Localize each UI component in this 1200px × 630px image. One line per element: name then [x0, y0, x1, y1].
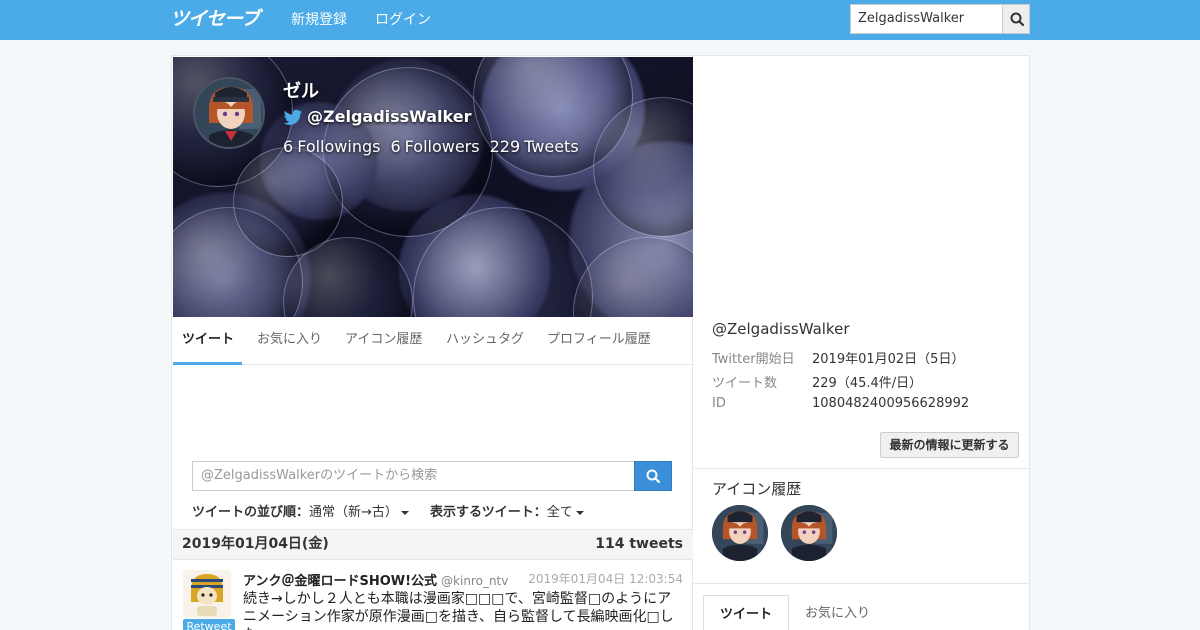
tweet-author-name: アンク＠金曜ロードSHOW!公式 [243, 574, 438, 589]
side-panel: @ZelgadissWalker Twitter開始日 2019年01月02日（… [693, 55, 1030, 630]
header-search-input[interactable]: ZelgadissWalker [850, 4, 1003, 34]
profile-handle[interactable]: @ZelgadissWalker [307, 107, 471, 126]
chevron-down-icon [575, 510, 584, 515]
tweets-count: 229 [489, 137, 521, 156]
tweet-filter-dropdown[interactable]: 表示するツイート：全て [430, 501, 584, 520]
tweet-item: Retweet アンク＠金曜ロードSHOW!公式 @kinro_ntv 2019年… [173, 560, 693, 630]
side-info-value: 2019年01月02日（5日） [812, 352, 965, 367]
avatar-image [183, 570, 231, 618]
divider [693, 583, 1029, 584]
followings-count: 6 [283, 137, 294, 156]
profile-stats: 6 Followings 6 Followers 229 Tweets [283, 137, 583, 156]
top-navbar: ツイセーブ 新規登録 ログイン ZelgadissWalker [0, 0, 1200, 40]
signup-link[interactable]: 新規登録 [291, 0, 347, 40]
profile-banner: ゼル @ZelgadissWalker 6 Followings 6 Follower… [173, 57, 693, 317]
sort-order-value: 通常（新→古） [309, 505, 398, 520]
tab-profile-history[interactable]: プロフィール履歴 [538, 317, 660, 365]
date-header: 2019年01月04日(金) 114 tweets [173, 529, 693, 560]
tweet-search-input[interactable]: @ZelgadissWalkerのツイートから検索 [192, 461, 635, 491]
divider [693, 468, 1029, 469]
tab-favorites[interactable]: お気に入り [248, 317, 331, 365]
header-search-button[interactable] [1002, 4, 1030, 34]
retweet-badge: Retweet [183, 619, 235, 630]
profile-avatar[interactable] [193, 77, 265, 149]
date-header-count: 114 tweets [595, 536, 683, 552]
avatar-image [712, 505, 768, 561]
tweet-author-avatar[interactable] [183, 570, 231, 618]
sort-order-label: ツイートの並び順： [192, 505, 310, 520]
tweet-author[interactable]: アンク＠金曜ロードSHOW!公式 @kinro_ntv [243, 570, 508, 589]
site-logo[interactable]: ツイセーブ [170, 7, 260, 31]
update-info-button[interactable]: 最新の情報に更新する [880, 432, 1019, 458]
tab-tweets[interactable]: ツイート [173, 317, 242, 365]
tab-icon-history[interactable]: アイコン履歴 [336, 317, 431, 365]
sort-order-dropdown[interactable]: ツイートの並び順：通常（新→古） [192, 501, 409, 520]
tab-hashtags[interactable]: ハッシュタグ [437, 317, 533, 365]
profile-name: ゼル [283, 81, 319, 102]
tweet-text: 続き→しかし２人とも本職は漫画家□□□で、宮崎監督□のようにアニメーション作家が… [243, 591, 674, 630]
side-handle: @ZelgadissWalker [712, 320, 850, 338]
tweets-label[interactable]: Tweets [524, 137, 579, 156]
tweet-filter-label: 表示するツイート： [430, 505, 547, 520]
side-info-value: 229（45.4件/日） [812, 376, 923, 391]
side-tabs: ツイート お気に入り [703, 595, 1019, 630]
icon-history-title: アイコン履歴 [712, 480, 802, 498]
followings-label[interactable]: Followings [297, 137, 380, 156]
avatar-image [781, 505, 837, 561]
main-content-panel: ゼル @ZelgadissWalker 6 Followings 6 Follower… [171, 55, 693, 630]
side-info-label: Twitter開始日 [712, 352, 795, 367]
login-link[interactable]: ログイン [375, 0, 431, 40]
side-tab-tweets[interactable]: ツイート [703, 595, 790, 630]
side-info-value: 1080482400956628992 [812, 396, 970, 411]
side-tab-favorites[interactable]: お気に入り [789, 595, 886, 630]
twitter-bird-icon [283, 109, 303, 125]
chevron-down-icon [400, 510, 409, 515]
search-icon [646, 469, 661, 484]
side-info-label: ID [712, 396, 726, 411]
tweet-timestamp[interactable]: 2019年01月04日 12:03:54 [528, 570, 683, 587]
icon-history-item[interactable] [712, 505, 768, 561]
search-icon [1010, 12, 1025, 27]
tweet-search-button[interactable] [634, 461, 672, 491]
followers-count: 6 [390, 137, 401, 156]
tweet-author-screen-name: @kinro_ntv [441, 574, 509, 588]
followers-label[interactable]: Followers [405, 137, 480, 156]
icon-history-item[interactable] [781, 505, 837, 561]
side-info-label: ツイート数 [712, 376, 778, 391]
profile-tabs: ツイート お気に入り アイコン履歴 ハッシュタグ プロフィール履歴 [173, 317, 693, 365]
tweet-filter-value: 全て [546, 505, 573, 520]
date-header-date: 2019年01月04日(金) [182, 536, 329, 552]
